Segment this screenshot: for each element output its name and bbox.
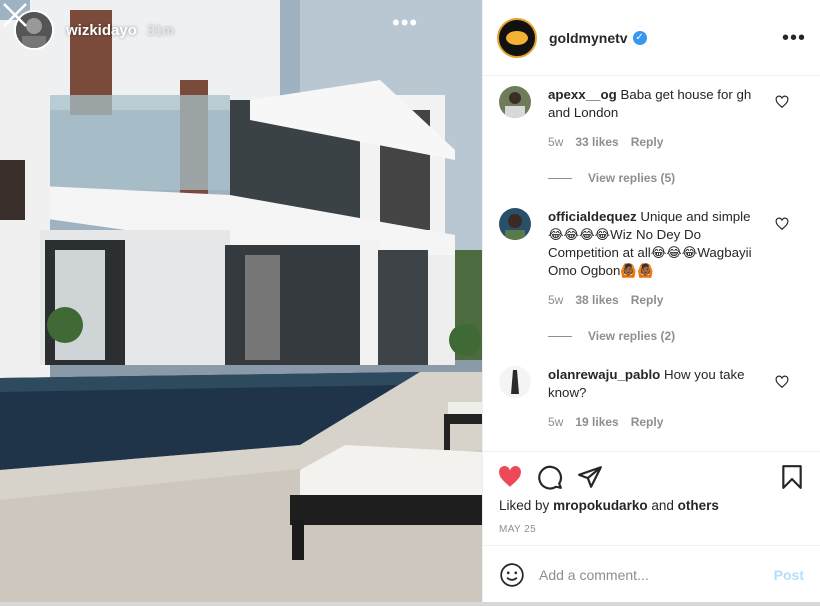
view-replies-button[interactable]: View replies (5) (548, 171, 799, 185)
comments-list[interactable]: apexx__og Baba get house for gh and Lond… (483, 76, 820, 452)
comment-likes[interactable]: 19 likes (575, 415, 618, 429)
comment-text: officialdequez Unique and simple 😂😂😂😂Wiz… (548, 208, 768, 280)
comment-avatar[interactable] (499, 86, 531, 118)
comment-age: 5w (548, 293, 564, 307)
story-more-icon[interactable]: ••• (392, 12, 418, 34)
comment-item: olanrewaju_pablo How you take know? 5w 1… (499, 366, 799, 429)
post-avatar[interactable] (497, 17, 537, 58)
bookmark-icon[interactable] (779, 464, 805, 490)
avatar-image (499, 208, 531, 240)
verified-badge-icon: ✓ (632, 30, 647, 45)
comment-username[interactable]: olanrewaju_pablo (548, 367, 660, 382)
comment-avatar[interactable] (499, 208, 531, 240)
liked-by-others[interactable]: others (678, 498, 719, 513)
comment-item: apexx__og Baba get house for gh and Lond… (499, 86, 799, 185)
view-replies-label: View replies (5) (588, 171, 676, 185)
avatar-image (499, 366, 531, 398)
comment-item: officialdequez Unique and simple 😂😂😂😂Wiz… (499, 208, 799, 343)
like-comment-heart-icon[interactable] (775, 217, 789, 231)
reply-button[interactable]: Reply (631, 415, 664, 429)
comment-likes[interactable]: 33 likes (575, 135, 618, 149)
comment-age: 5w (548, 135, 564, 149)
comment-avatar[interactable] (499, 366, 531, 398)
reply-button[interactable]: Reply (631, 293, 664, 307)
story-username[interactable]: wizkidayo (66, 22, 137, 39)
add-comment-bar: Post (483, 546, 820, 604)
post-username[interactable]: goldmynetv (549, 30, 628, 46)
liked-by-prefix: Liked by (499, 498, 550, 513)
post-button[interactable]: Post (774, 567, 804, 583)
view-replies-label: View replies (2) (588, 329, 676, 343)
post-image: wizkidayo 31m ••• (0, 0, 482, 606)
replies-divider (548, 177, 572, 179)
view-replies-button[interactable]: View replies (2) (548, 329, 799, 343)
comment-likes[interactable]: 38 likes (575, 293, 618, 307)
post-more-icon[interactable]: ••• (782, 28, 806, 48)
emoji-icon[interactable] (499, 562, 525, 588)
share-icon[interactable] (577, 464, 603, 490)
liked-by-line: Liked by mropokudarko and others (499, 498, 719, 513)
replies-divider (548, 335, 572, 337)
comment-text: olanrewaju_pablo How you take know? (548, 366, 768, 402)
logo-icon (506, 30, 528, 45)
comment-age: 5w (548, 415, 564, 429)
story-header: wizkidayo 31m (14, 10, 174, 50)
comment-icon[interactable] (537, 464, 563, 490)
close-icon[interactable] (0, 0, 30, 30)
avatar-image (499, 86, 531, 118)
story-timestamp: 31m (146, 22, 175, 38)
like-comment-heart-icon[interactable] (775, 375, 789, 389)
add-comment-input[interactable] (539, 567, 759, 583)
post-date: MAY 25 (499, 524, 537, 535)
comment-meta: 5w 38 likes Reply (548, 293, 799, 307)
reply-button[interactable]: Reply (631, 135, 664, 149)
post-header: goldmynetv ✓ ••• (483, 0, 820, 76)
comment-username[interactable]: apexx__og (548, 87, 617, 102)
liked-by-and: and (651, 498, 674, 513)
post-panel: goldmynetv ✓ ••• apexx__og Baba get hous… (482, 0, 820, 606)
bottom-divider (0, 602, 820, 606)
comment-meta: 5w 19 likes Reply (548, 415, 799, 429)
like-comment-heart-icon[interactable] (775, 95, 789, 109)
liked-heart-icon[interactable] (497, 464, 523, 490)
comment-text: apexx__og Baba get house for gh and Lond… (548, 86, 768, 122)
post-actions: Liked by mropokudarko and others MAY 25 (483, 452, 820, 546)
comment-username[interactable]: officialdequez (548, 209, 637, 224)
liked-by-user[interactable]: mropokudarko (553, 498, 648, 513)
villa-pool-photo (0, 0, 482, 606)
comment-meta: 5w 33 likes Reply (548, 135, 799, 149)
